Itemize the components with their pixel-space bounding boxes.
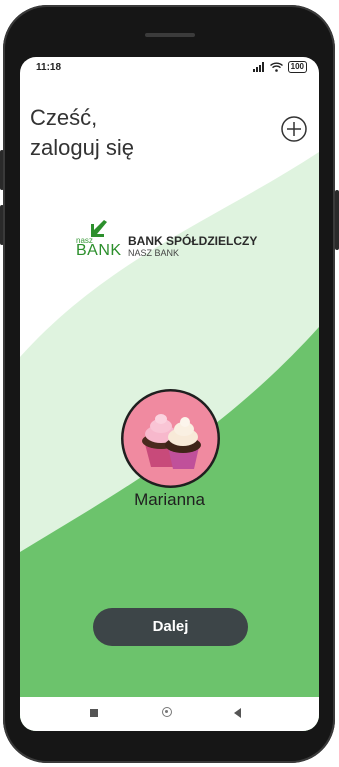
signal-icon <box>252 62 264 72</box>
login-greeting: Cześć, zaloguj się <box>30 105 134 160</box>
status-time: 11:18 <box>36 62 62 73</box>
square-icon[interactable] <box>90 709 98 717</box>
wifi-icon <box>269 62 283 72</box>
battery-icon: 100 <box>287 61 307 73</box>
status-bar: 11:18 100 <box>20 57 319 79</box>
status-icons: 100 <box>252 61 307 73</box>
android-nav-bar <box>20 697 319 731</box>
user-name: Marianna <box>134 490 205 509</box>
side-button-right <box>335 190 339 250</box>
cupcake-image <box>123 391 218 486</box>
logo-subtitle: NASZ BANK <box>128 248 180 258</box>
bank-logo: nasz BANK BANK SPÓŁDZIELCZY NASZ BANK <box>76 220 276 266</box>
phone-frame: 11:18 100 Cześć, zaloguj się nasz BANK B… <box>0 0 339 767</box>
speaker-grille <box>145 33 195 37</box>
triangle-back-icon[interactable] <box>234 708 241 718</box>
logo-title: BANK SPÓŁDZIELCZY <box>128 234 258 248</box>
user-avatar[interactable] <box>121 389 220 488</box>
app-screen: 11:18 100 Cześć, zaloguj się nasz BANK B… <box>20 57 319 731</box>
next-button[interactable]: Dalej <box>93 608 248 646</box>
plus-circle-icon[interactable] <box>280 115 308 143</box>
logo-bank-text: BANK <box>76 242 122 259</box>
circle-icon[interactable] <box>162 707 172 717</box>
